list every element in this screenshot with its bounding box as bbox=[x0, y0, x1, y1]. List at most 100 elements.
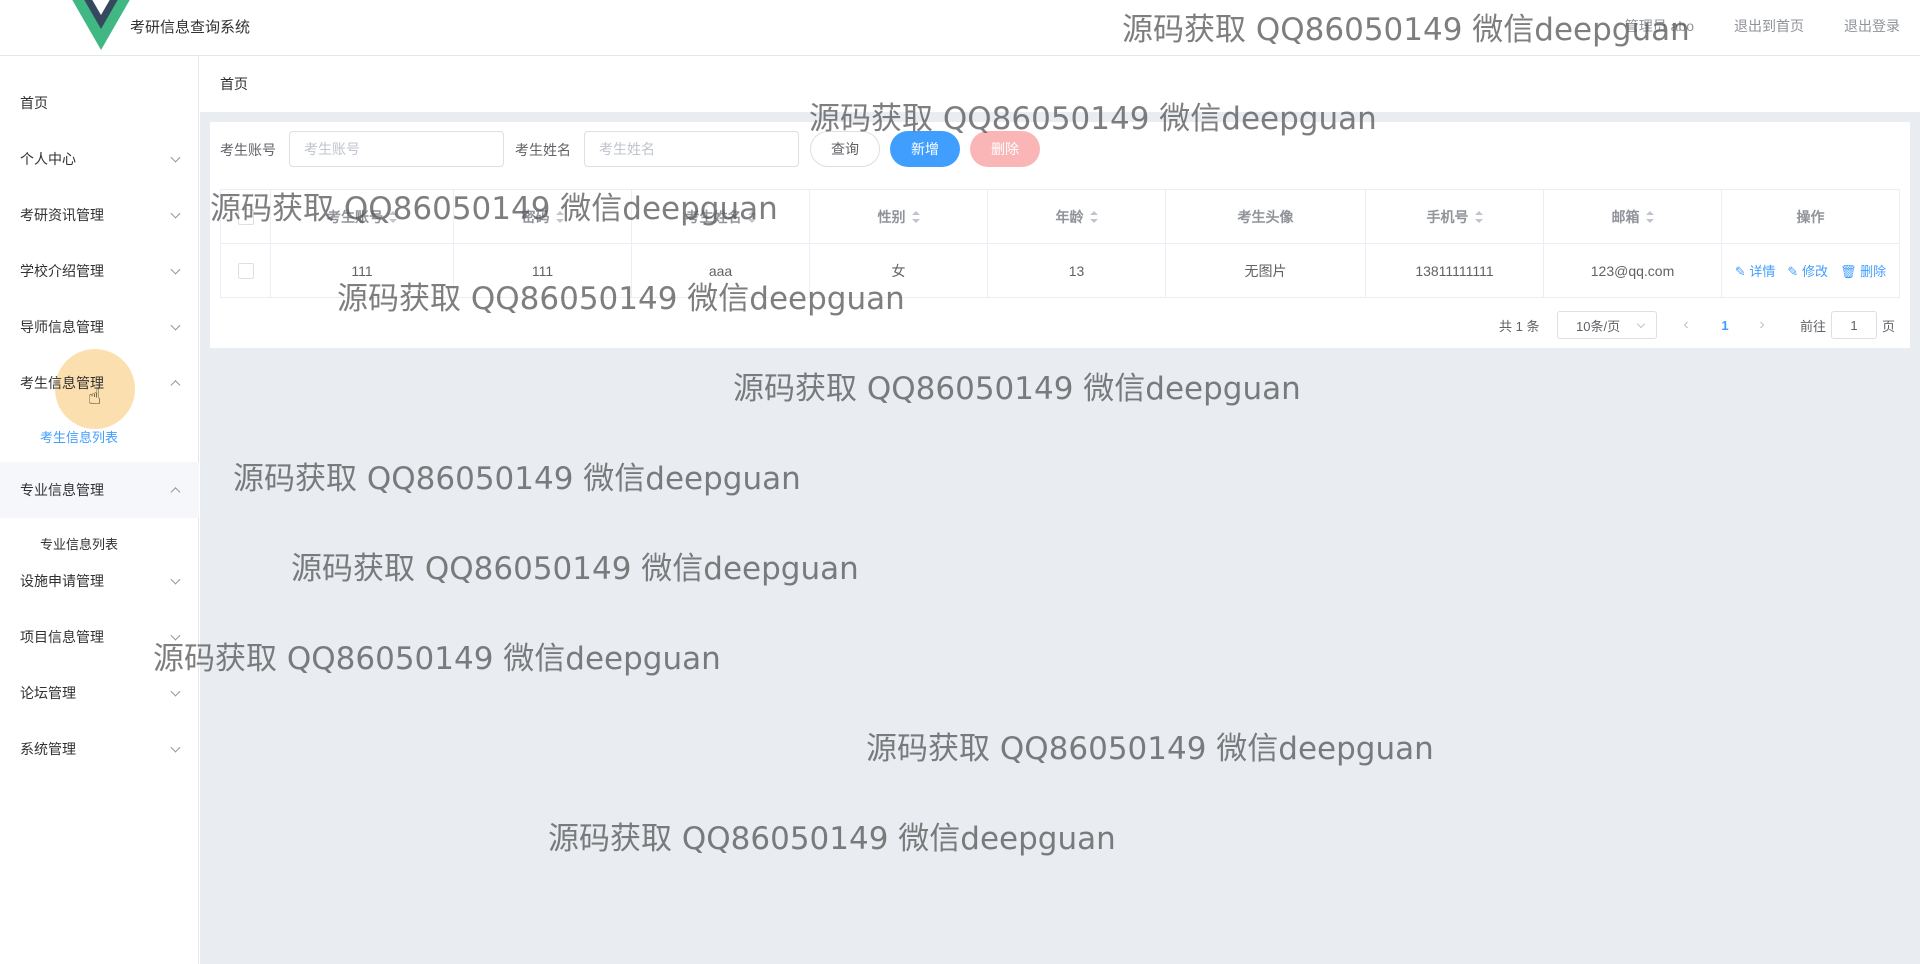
chevron-up-icon bbox=[170, 487, 181, 498]
page-size-value: 10条/页 bbox=[1576, 318, 1621, 334]
chevron-down-icon bbox=[170, 264, 181, 275]
sidebar-item-label: 考生信息管理 bbox=[20, 375, 104, 391]
top-header: 考研信息查询系统 管理员 abo 退出到首页 退出登录 bbox=[0, 0, 1920, 56]
goto-page-input[interactable] bbox=[1831, 311, 1877, 339]
sidebar-item-home[interactable]: 首页 bbox=[0, 75, 199, 131]
edit-link[interactable]: ✎ 修改 bbox=[1787, 261, 1828, 280]
page-number[interactable]: 1 bbox=[1717, 311, 1733, 339]
chevron-down-icon bbox=[170, 742, 181, 753]
sidebar-item-news[interactable]: 考研资讯管理 bbox=[0, 187, 199, 243]
column-header-label: 邮箱 bbox=[1611, 208, 1640, 225]
vue-logo-icon bbox=[72, 0, 130, 50]
column-header: 操作 bbox=[1722, 190, 1899, 244]
sidebar-item-tutor[interactable]: 导师信息管理 bbox=[0, 299, 199, 355]
sidebar-item-label: 考研资讯管理 bbox=[20, 207, 104, 223]
pagination-total: 共 1 条 bbox=[1499, 318, 1540, 334]
column-header-label: 密码 bbox=[521, 208, 550, 225]
table-cell: 13811111111 bbox=[1366, 244, 1544, 297]
sort-icon[interactable] bbox=[911, 210, 920, 223]
sidebar-item-label: 设施申请管理 bbox=[20, 573, 104, 589]
next-page-button[interactable]: › bbox=[1752, 311, 1772, 339]
sidebar-item-label: 导师信息管理 bbox=[20, 319, 104, 335]
sidebar-item-project[interactable]: 项目信息管理 bbox=[0, 609, 199, 665]
name-label: 考生姓名 bbox=[515, 142, 571, 158]
select-all-checkbox[interactable] bbox=[237, 208, 254, 225]
column-header-label: 手机号 bbox=[1426, 208, 1469, 225]
sidebar-item-personal-center[interactable]: 个人中心 bbox=[0, 131, 199, 187]
column-header-label: 考生账号 bbox=[327, 208, 383, 225]
page-size-select[interactable]: 10条/页 bbox=[1557, 311, 1657, 339]
table-cell: 女 bbox=[810, 244, 988, 297]
app-title: 考研信息查询系统 bbox=[130, 19, 251, 36]
sidebar-subitem-label: 专业信息列表 bbox=[40, 536, 119, 552]
sidebar-item-system[interactable]: 系统管理 bbox=[0, 721, 199, 777]
chevron-down-icon bbox=[170, 152, 181, 163]
column-header[interactable]: 考生姓名 bbox=[632, 190, 810, 244]
row-checkbox[interactable] bbox=[237, 262, 254, 279]
prev-page-button[interactable]: ‹ bbox=[1676, 311, 1696, 339]
header-actions: 管理员 abo 退出到首页 退出登录 bbox=[1625, 16, 1900, 36]
sidebar-item-forum[interactable]: 论坛管理 bbox=[0, 665, 199, 721]
chevron-down-icon bbox=[1636, 319, 1646, 329]
column-header[interactable]: 性别 bbox=[810, 190, 988, 244]
column-header[interactable]: 考生账号 bbox=[271, 190, 454, 244]
detail-link-label: 详情 bbox=[1749, 264, 1776, 279]
column-header-label: 性别 bbox=[877, 208, 906, 225]
chevron-down-icon bbox=[170, 208, 181, 219]
breadcrumb[interactable]: 首页 bbox=[220, 74, 248, 94]
row-delete-link[interactable]: 🗑 删除 bbox=[1840, 261, 1886, 280]
chevron-down-icon bbox=[170, 630, 181, 641]
query-button[interactable]: 查询 bbox=[810, 131, 880, 167]
table-cell: aaa bbox=[632, 244, 810, 297]
actions-cell: ✎ 详情 ✎ 修改 🗑 删除 bbox=[1722, 244, 1899, 297]
sidebar-item-label: 系统管理 bbox=[20, 741, 76, 757]
goto-prefix: 前往 bbox=[1800, 318, 1827, 334]
sidebar-subitem-label: 考生信息列表 bbox=[40, 429, 119, 445]
detail-link[interactable]: ✎ 详情 bbox=[1735, 261, 1776, 280]
chevron-down-icon bbox=[170, 320, 181, 331]
goto-suffix: 页 bbox=[1882, 318, 1896, 334]
sidebar-item-major[interactable]: 专业信息管理 bbox=[0, 462, 199, 518]
sort-icon[interactable] bbox=[555, 210, 564, 223]
account-search-input[interactable] bbox=[289, 131, 504, 167]
column-header-label: 操作 bbox=[1796, 208, 1825, 225]
sidebar-item-label: 个人中心 bbox=[20, 151, 76, 167]
chevron-down-icon bbox=[170, 574, 181, 585]
sidebar-item-label: 论坛管理 bbox=[20, 685, 76, 701]
sidebar-item-label: 学校介绍管理 bbox=[20, 263, 104, 279]
column-header[interactable]: 邮箱 bbox=[1544, 190, 1722, 244]
chevron-up-icon bbox=[170, 380, 181, 391]
add-button[interactable]: 新增 bbox=[890, 131, 960, 167]
column-header: 考生头像 bbox=[1166, 190, 1366, 244]
sidebar-item-label: 首页 bbox=[20, 95, 48, 111]
table-cell: 111 bbox=[454, 244, 632, 297]
select-all-cell bbox=[221, 190, 271, 244]
table-cell: 111 bbox=[271, 244, 454, 297]
sidebar-item-label: 专业信息管理 bbox=[20, 482, 104, 498]
column-header[interactable]: 密码 bbox=[454, 190, 632, 244]
user-label: 管理员 abo bbox=[1624, 18, 1694, 34]
sort-icon[interactable] bbox=[1089, 210, 1098, 223]
table-cell: 无图片 bbox=[1166, 244, 1366, 297]
name-search-input[interactable] bbox=[584, 131, 799, 167]
exit-to-home-link[interactable]: 退出到首页 bbox=[1734, 16, 1804, 36]
chevron-down-icon bbox=[170, 686, 181, 697]
column-header-label: 考生姓名 bbox=[685, 208, 742, 225]
logout-link[interactable]: 退出登录 bbox=[1844, 16, 1900, 36]
sidebar-item-school[interactable]: 学校介绍管理 bbox=[0, 243, 199, 299]
sort-icon[interactable] bbox=[747, 210, 756, 223]
sort-icon[interactable] bbox=[1474, 210, 1483, 223]
sidebar: 首页 个人中心 考研资讯管理 学校介绍管理 导师信息管理 考生信息管理 考生信息… bbox=[0, 56, 199, 964]
batch-delete-button[interactable]: 删除 bbox=[970, 131, 1040, 167]
edit-link-label: 修改 bbox=[1801, 264, 1828, 279]
sort-icon[interactable] bbox=[1645, 210, 1654, 223]
column-header[interactable]: 年龄 bbox=[988, 190, 1166, 244]
sidebar-item-facility[interactable]: 设施申请管理 bbox=[0, 553, 199, 609]
column-header-label: 年龄 bbox=[1055, 208, 1084, 225]
students-table: 考生账号 密码 考生姓名 性别 年龄 考生头像 手机号 邮箱 操作 111 11… bbox=[220, 189, 1900, 298]
account-label: 考生账号 bbox=[220, 142, 276, 158]
column-header-label: 考生头像 bbox=[1237, 208, 1294, 225]
row-delete-link-label: 删除 bbox=[1860, 264, 1887, 279]
sort-icon[interactable] bbox=[389, 210, 397, 223]
column-header[interactable]: 手机号 bbox=[1366, 190, 1544, 244]
